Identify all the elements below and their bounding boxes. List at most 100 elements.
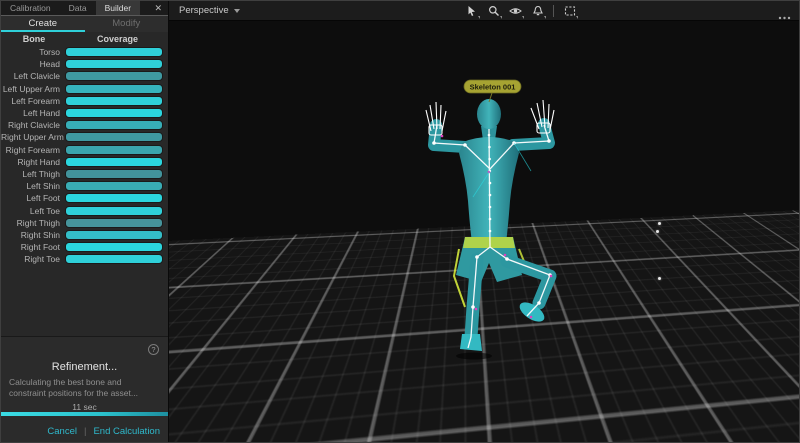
bone-row: Right Foot bbox=[1, 241, 168, 253]
eye-icon[interactable] bbox=[509, 5, 522, 18]
marker-dot bbox=[658, 277, 661, 280]
application-window: Calibration Data Builder ✕ Create Modify… bbox=[0, 0, 800, 443]
create-modify-tabs: Create Modify bbox=[1, 15, 168, 32]
bone-row: Right Forearm bbox=[1, 144, 168, 156]
coverage-bar bbox=[65, 193, 163, 203]
coverage-bar bbox=[65, 230, 163, 240]
bone-row: Left Forearm bbox=[1, 95, 168, 107]
bone-label: Left Toe bbox=[1, 206, 65, 216]
bone-label: Torso bbox=[1, 47, 65, 57]
bone-label: Right Forearm bbox=[1, 145, 65, 155]
action-separator: | bbox=[84, 426, 86, 437]
bone-label: Head bbox=[1, 59, 65, 69]
coverage-bar bbox=[65, 96, 163, 106]
bone-label: Left Forearm bbox=[1, 96, 65, 106]
bone-row: Left Foot bbox=[1, 192, 168, 204]
bone-row: Left Toe bbox=[1, 204, 168, 216]
bone-list-header: Bone Coverage bbox=[1, 32, 168, 45]
status-marker-count: 68 Markers bbox=[734, 411, 787, 424]
marquee-icon[interactable] bbox=[563, 5, 576, 18]
toolbar-divider bbox=[553, 5, 554, 17]
bone-row: Left Thigh bbox=[1, 168, 168, 180]
coverage-bar bbox=[65, 218, 163, 228]
coverage-bar bbox=[65, 84, 163, 94]
bone-row: Left Upper Arm bbox=[1, 83, 168, 95]
tab-modify[interactable]: Modify bbox=[85, 16, 169, 32]
help-icon[interactable]: ? bbox=[148, 344, 159, 355]
viewport-toolbar: Perspective bbox=[169, 1, 799, 21]
column-coverage: Coverage bbox=[67, 34, 168, 44]
builder-sidebar: Calibration Data Builder ✕ Create Modify… bbox=[1, 1, 169, 442]
coverage-bar bbox=[65, 242, 163, 252]
bone-row: Right Hand bbox=[1, 156, 168, 168]
coverage-bar bbox=[65, 181, 163, 191]
bone-label: Left Shin bbox=[1, 181, 65, 191]
tool-group bbox=[465, 1, 576, 21]
coverage-bar bbox=[65, 254, 163, 264]
view-mode-dropdown[interactable]: Perspective bbox=[179, 5, 240, 16]
coverage-bar bbox=[65, 145, 163, 155]
bone-row: Head bbox=[1, 58, 168, 70]
tab-builder[interactable]: Builder bbox=[96, 1, 140, 15]
zoom-icon[interactable] bbox=[487, 5, 500, 18]
sidebar-spacer bbox=[1, 265, 168, 336]
end-calculation-button[interactable]: End Calculation bbox=[93, 426, 160, 437]
bone-label: Left Thigh bbox=[1, 169, 65, 179]
bone-row: Left Clavicle bbox=[1, 70, 168, 82]
bone-label: Left Clavicle bbox=[1, 71, 65, 81]
view-mode-label: Perspective bbox=[179, 5, 229, 16]
coverage-bar bbox=[65, 157, 163, 167]
refinement-description: Calculating the best bone and constraint… bbox=[1, 377, 168, 399]
cursor-icon[interactable] bbox=[465, 5, 478, 18]
bone-label: Left Foot bbox=[1, 193, 65, 203]
selection-status: Skeleton 001 68 Markers 0 Selected bbox=[734, 399, 787, 437]
tab-create[interactable]: Create bbox=[1, 16, 85, 32]
skeleton-label-pill[interactable]: Skeleton 001 bbox=[464, 80, 521, 102]
coverage-bar bbox=[65, 169, 163, 179]
bone-label: Right Toe bbox=[1, 254, 65, 264]
coverage-bar bbox=[65, 71, 163, 81]
bone-label: Right Upper Arm bbox=[1, 132, 65, 142]
tab-calibration[interactable]: Calibration bbox=[1, 1, 60, 15]
bone-label: Right Clavicle bbox=[1, 120, 65, 130]
column-bone: Bone bbox=[1, 34, 67, 44]
refinement-panel: ? Refinement... Calculating the best bon… bbox=[1, 336, 168, 442]
close-icon[interactable]: ✕ bbox=[148, 1, 168, 15]
bone-row: Right Shin bbox=[1, 229, 168, 241]
tab-data[interactable]: Data bbox=[60, 1, 96, 15]
bone-row: Left Shin bbox=[1, 180, 168, 192]
bone-coverage-list: Torso Head Left Clavicle Left Upper Arm … bbox=[1, 45, 168, 265]
coverage-bar bbox=[65, 59, 163, 69]
status-asset-name: Skeleton 001 bbox=[734, 399, 787, 412]
bone-label: Right Foot bbox=[1, 242, 65, 252]
bone-row: Left Hand bbox=[1, 107, 168, 119]
axis-z-blue bbox=[188, 414, 193, 418]
skeleton-label-text: Skeleton 001 bbox=[470, 83, 516, 92]
bone-label: Right Thigh bbox=[1, 218, 65, 228]
marker-dot bbox=[658, 222, 661, 225]
bell-icon[interactable] bbox=[531, 5, 544, 18]
bone-row: Right Clavicle bbox=[1, 119, 168, 131]
refinement-elapsed-time: 11 sec bbox=[1, 402, 168, 412]
sidebar-tabbar: Calibration Data Builder ✕ bbox=[1, 1, 168, 15]
bone-label: Right Shin bbox=[1, 230, 65, 240]
refinement-actions: Cancel | End Calculation bbox=[47, 426, 160, 437]
axis-x-red bbox=[192, 414, 216, 419]
bone-label: Left Hand bbox=[1, 108, 65, 118]
skeleton-actor[interactable]: Skeleton 001 bbox=[381, 79, 591, 371]
cancel-button[interactable]: Cancel bbox=[47, 426, 77, 437]
coverage-bar bbox=[65, 206, 163, 216]
bone-row: Right Thigh bbox=[1, 217, 168, 229]
chevron-down-icon bbox=[234, 9, 240, 13]
coverage-bar bbox=[65, 132, 163, 142]
bone-row: Right Upper Arm bbox=[1, 131, 168, 143]
scene-canvas[interactable]: Skeleton 001 Skeleton 001 68 Markers 0 S… bbox=[169, 21, 799, 442]
coverage-bar bbox=[65, 47, 163, 57]
bone-row: Right Toe bbox=[1, 253, 168, 265]
viewport-3d: Perspective bbox=[169, 1, 799, 442]
axis-gizmo bbox=[185, 390, 221, 422]
bone-label: Left Upper Arm bbox=[1, 84, 65, 94]
coverage-bar bbox=[65, 108, 163, 118]
refinement-progress-bar bbox=[1, 412, 168, 416]
refinement-title: Refinement... bbox=[1, 361, 168, 373]
